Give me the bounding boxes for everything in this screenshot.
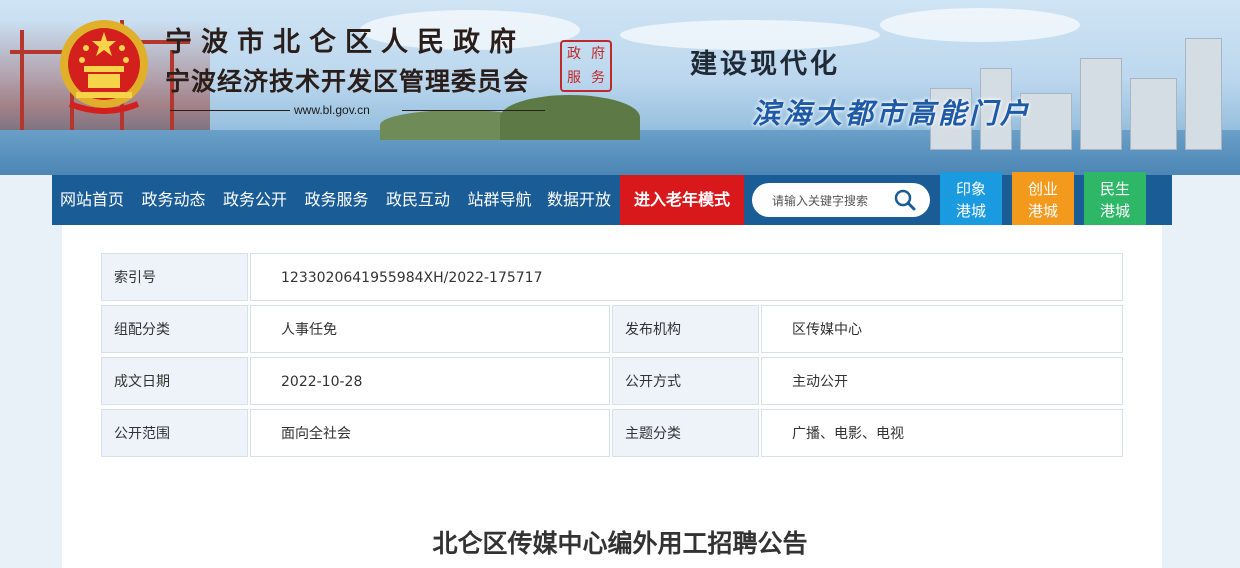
meta-value: 区传媒中心 — [761, 305, 1123, 353]
gov-service-seal: 政 府 服 务 — [560, 40, 612, 92]
meta-key: 主题分类 — [612, 409, 759, 457]
meta-value: 广播、电影、电视 — [761, 409, 1123, 457]
city-button-line2: 港城 — [1099, 202, 1130, 220]
meta-key: 索引号 — [101, 253, 248, 301]
search-icon[interactable] — [894, 189, 916, 211]
meta-row: 组配分类 人事任免 发布机构 区传媒中心 — [101, 305, 1123, 354]
nav-item-news[interactable]: 政务动态 — [133, 175, 214, 225]
article-title: 北仑区传媒中心编外用工招聘公告 — [432, 529, 808, 558]
meta-value: 2022-10-28 — [250, 357, 610, 405]
site-url: www.bl.gov.cn — [170, 103, 545, 117]
main-nav: 网站首页 政务动态 政务公开 政务服务 政民互动 站群导航 数据开放 进入老年模… — [52, 175, 1172, 225]
city-button-line1: 创业 — [1027, 180, 1058, 198]
slogan-line1: 建设现代化 — [690, 49, 840, 80]
meta-key: 发布机构 — [612, 305, 759, 353]
elder-mode-button[interactable]: 进入老年模式 — [620, 175, 744, 225]
seal-char: 务 — [591, 70, 605, 86]
meta-value: 1233020641955984XH/2022-175717 — [250, 253, 1123, 301]
seal-char: 府 — [591, 46, 605, 62]
meta-row: 成文日期 2022-10-28 公开方式 主动公开 — [101, 357, 1123, 406]
city-button-line1: 印象 — [955, 180, 986, 198]
city-button-line1: 民生 — [1099, 180, 1130, 198]
site-title: 宁波市北仑区人民政府 — [165, 27, 525, 58]
nav-item-open-data[interactable]: 数据开放 — [541, 175, 617, 225]
seal-char: 服 — [567, 70, 581, 86]
meta-key: 组配分类 — [101, 305, 248, 353]
nav-item-gov-service[interactable]: 政务服务 — [296, 175, 377, 225]
site-url-text: www.bl.gov.cn — [294, 103, 370, 117]
city-skyline — [910, 30, 1240, 150]
header-banner: 宁波市北仑区人民政府 宁波经济技术开发区管理委员会 www.bl.gov.cn … — [0, 0, 1240, 175]
nav-item-site-nav[interactable]: 站群导航 — [459, 175, 540, 225]
meta-key: 公开范围 — [101, 409, 248, 457]
national-emblem-icon — [60, 20, 148, 114]
site-subtitle: 宁波经济技术开发区管理委员会 — [165, 67, 530, 96]
meta-value: 主动公开 — [761, 357, 1123, 405]
search-box — [752, 183, 930, 217]
nav-item-interaction[interactable]: 政民互动 — [378, 175, 458, 225]
seal-char: 政 — [567, 46, 581, 62]
city-button-line2: 港城 — [1027, 202, 1058, 220]
slogan-line2: 滨海大都市高能门户 — [752, 97, 1032, 130]
nav-item-gov-open[interactable]: 政务公开 — [215, 175, 295, 225]
impression-city-button[interactable]: 印象 港城 — [940, 172, 1002, 227]
startup-city-button[interactable]: 创业 港城 — [1012, 172, 1074, 227]
meta-key: 成文日期 — [101, 357, 248, 405]
city-button-line2: 港城 — [955, 202, 986, 220]
meta-row: 索引号 1233020641955984XH/2022-175717 — [101, 253, 1123, 302]
meta-key: 公开方式 — [612, 357, 759, 405]
meta-row: 公开范围 面向全社会 主题分类 广播、电影、电视 — [101, 409, 1123, 458]
livelihood-city-button[interactable]: 民生 港城 — [1084, 172, 1146, 227]
nav-item-home[interactable]: 网站首页 — [52, 175, 132, 225]
meta-value: 面向全社会 — [250, 409, 610, 457]
island — [500, 95, 640, 140]
meta-value: 人事任免 — [250, 305, 610, 353]
search-input[interactable] — [770, 190, 892, 212]
